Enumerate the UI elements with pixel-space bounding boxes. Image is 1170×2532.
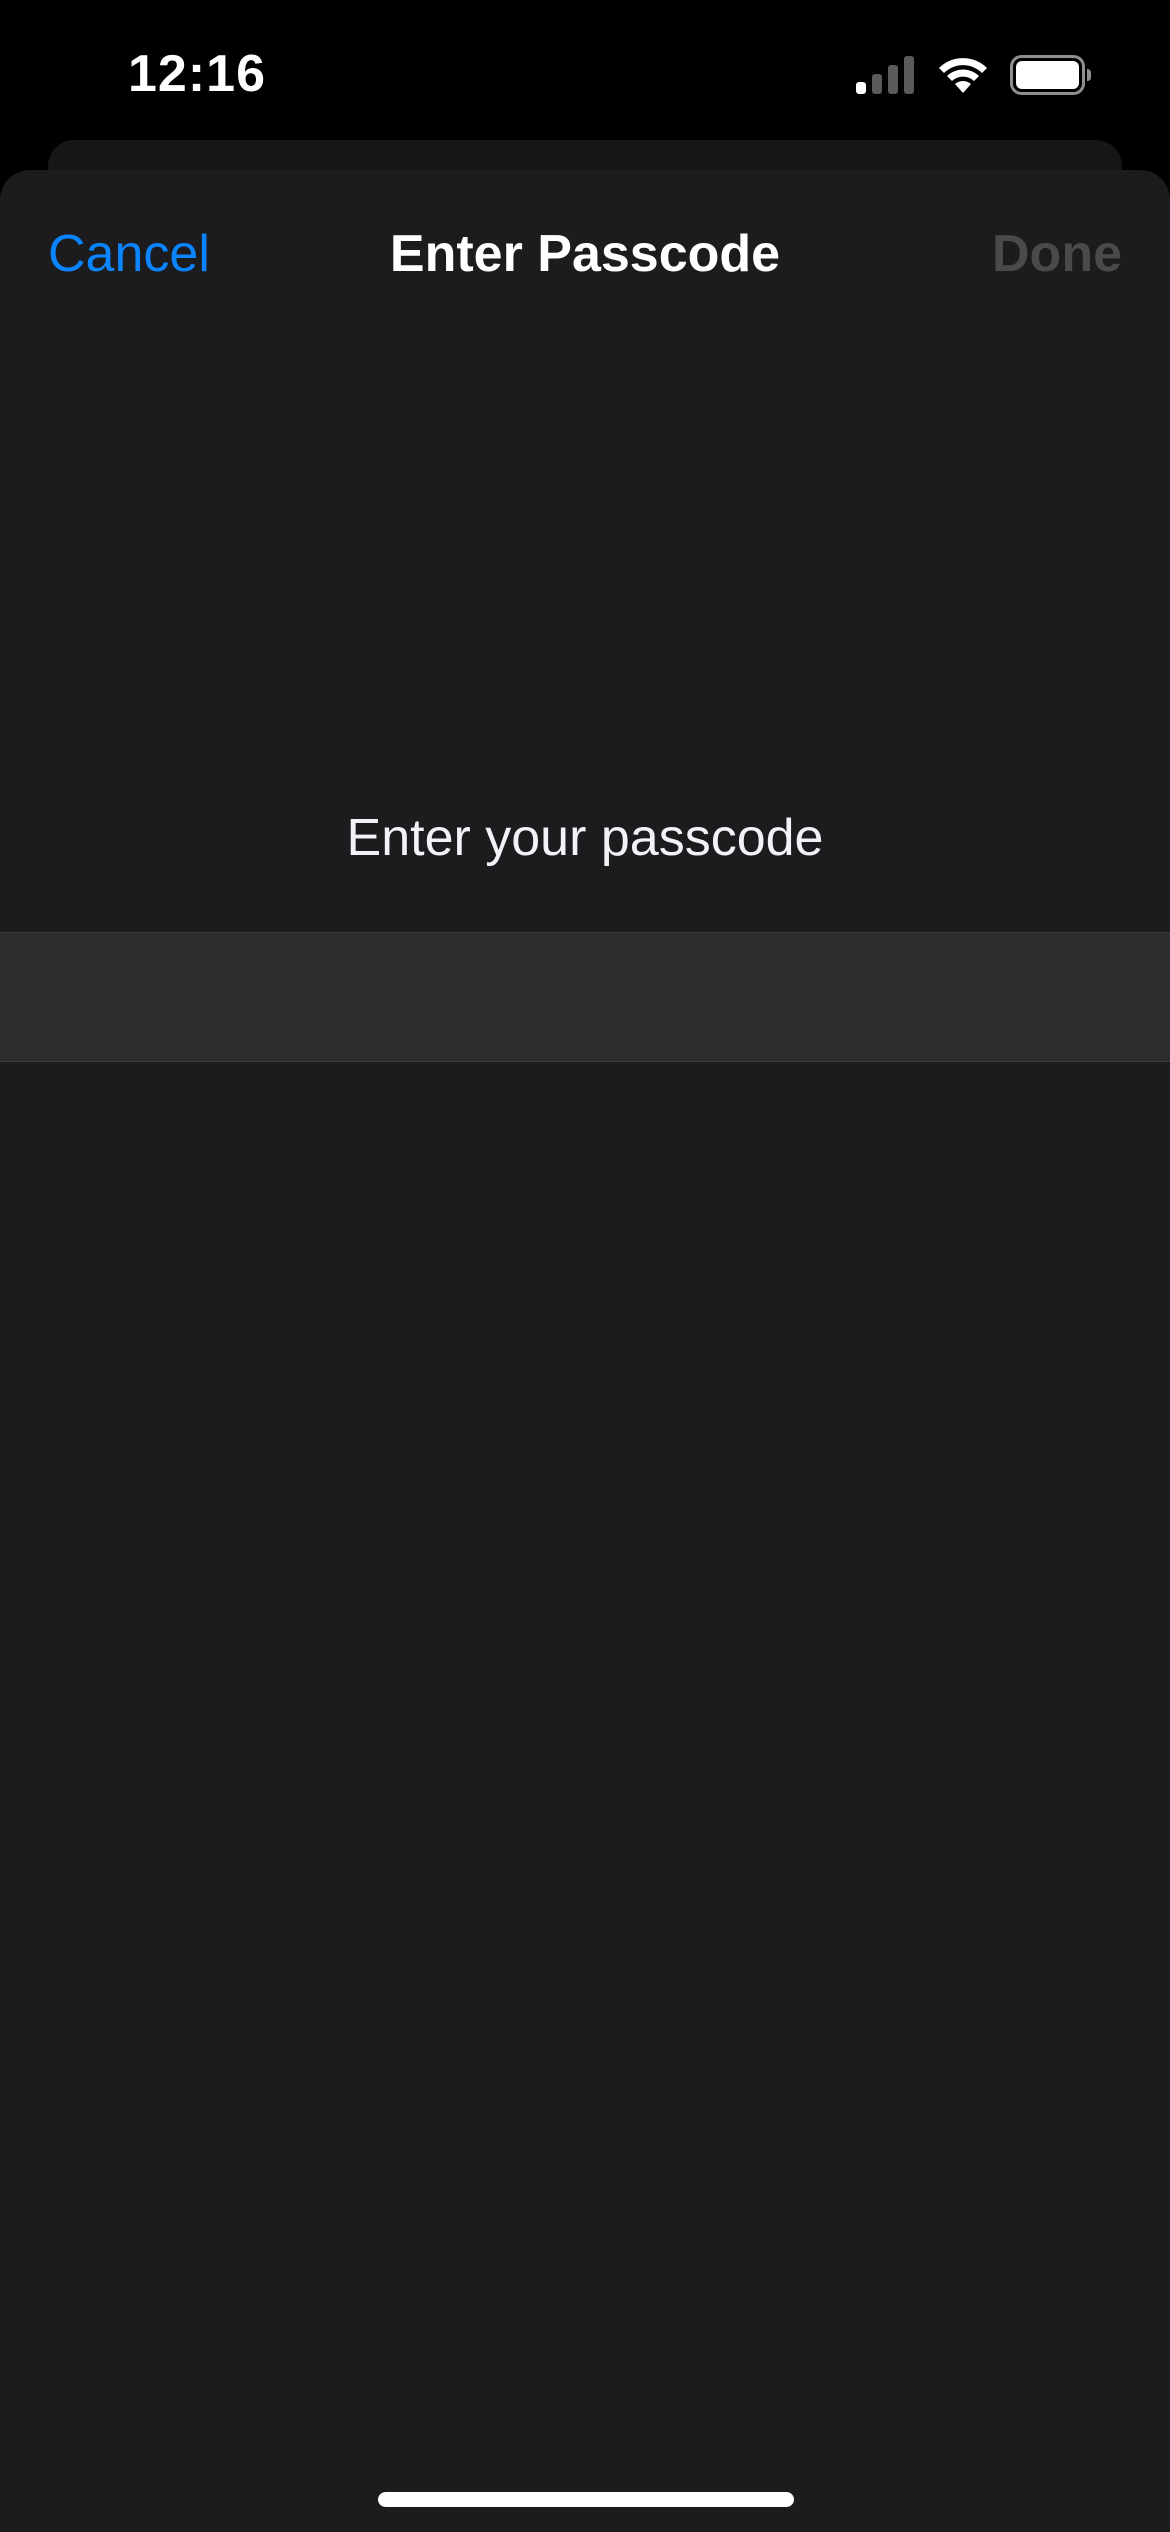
status-time: 12:16 xyxy=(128,45,266,103)
passcode-field[interactable] xyxy=(0,932,1170,1063)
status-icons xyxy=(856,52,1092,102)
passcode-prompt: Enter your passcode xyxy=(346,809,824,867)
battery-icon xyxy=(1010,54,1092,100)
wifi-icon xyxy=(936,55,990,100)
navigation-bar: Cancel Enter Passcode Done xyxy=(0,170,1170,340)
passcode-input[interactable] xyxy=(0,933,1170,1063)
status-bar: 12:16 xyxy=(0,0,1170,150)
home-indicator[interactable] xyxy=(378,2492,794,2507)
cancel-button[interactable]: Cancel xyxy=(48,224,210,284)
passcode-sheet: Cancel Enter Passcode Done Enter your pa… xyxy=(0,170,1170,2532)
done-button[interactable]: Done xyxy=(992,224,1122,284)
cellular-signal-icon xyxy=(856,55,916,99)
